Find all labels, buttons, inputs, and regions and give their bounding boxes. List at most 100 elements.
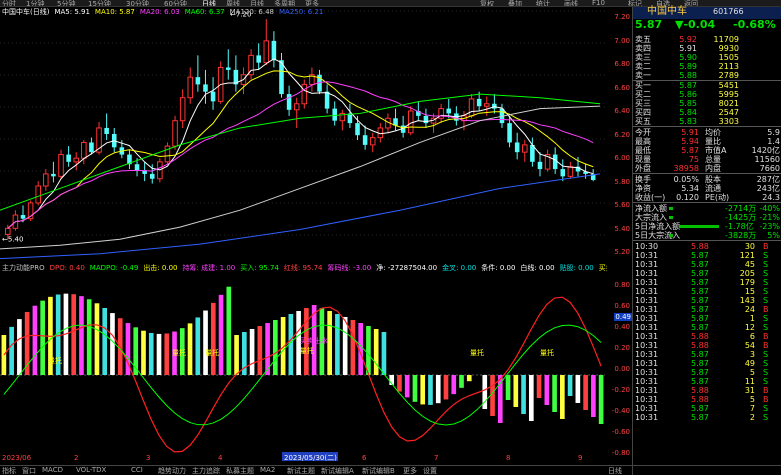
candle[interactable] (263, 19, 270, 66)
candle[interactable] (248, 49, 254, 80)
candle[interactable] (271, 31, 277, 68)
bid-row: 买三 5.85 8021 (633, 99, 781, 108)
bottom-tab-2[interactable]: MACD (42, 466, 63, 474)
bottom-tab-9[interactable]: 新试主题 (287, 466, 315, 475)
candle[interactable] (210, 77, 216, 110)
candle[interactable] (279, 52, 284, 98)
candle[interactable] (142, 161, 147, 182)
tick-time: 10:31 (635, 251, 659, 260)
bottom-tab-3[interactable]: VOL-TDX (76, 466, 106, 474)
toolbar-tool-5[interactable]: 标记 (628, 0, 642, 6)
candle[interactable] (179, 89, 186, 128)
candle[interactable] (164, 142, 171, 165)
candle[interactable] (567, 161, 574, 179)
bottom-tab-13[interactable]: 设置 (423, 466, 437, 475)
candle[interactable] (51, 161, 56, 183)
toolbar-period-3[interactable]: 15分钟 (88, 0, 111, 6)
bottom-tab-8[interactable]: MA2 (260, 466, 275, 474)
candle[interactable] (521, 140, 528, 162)
indicator-bar (273, 320, 278, 375)
tick-volume: 24 (744, 305, 755, 314)
toolbar-tool-3[interactable]: 画线 (564, 0, 578, 6)
candle[interactable] (12, 210, 19, 231)
bottom-tab-0[interactable]: 指标 (2, 466, 16, 475)
candle[interactable] (468, 94, 475, 119)
candle[interactable] (187, 67, 194, 104)
candle[interactable] (560, 159, 566, 182)
indicator-panel[interactable]: 买卖出水量托量托量托量托量托量托2023/06234567892023/05/3… (0, 263, 632, 462)
bottom-tab-6[interactable]: 主力追踪 (192, 466, 220, 475)
toolbar-period-6[interactable]: 日线 (202, 0, 216, 6)
tick-flag: S (763, 269, 769, 278)
candle[interactable] (58, 149, 64, 179)
candle[interactable] (407, 106, 414, 136)
toolbar-tool-2[interactable]: 统计 (536, 0, 550, 6)
candle[interactable] (286, 85, 292, 116)
candle[interactable] (73, 152, 80, 171)
bottom-tab-11[interactable]: 新试编辑B (362, 466, 395, 475)
tick-volume: 143 (739, 296, 755, 305)
candle[interactable] (507, 115, 512, 148)
toolbar-tool-4[interactable]: F10 (592, 0, 605, 6)
bottom-tab-5[interactable]: 趋势动力 (158, 466, 186, 475)
candle[interactable] (203, 69, 208, 104)
bottom-tab-10[interactable]: 新试编辑A (321, 466, 354, 475)
kline-panel[interactable]: ←7.20 ←5.40 中国中车(日线) MA5: 5.91 MA10: 5.87 MA… (0, 7, 632, 261)
candle[interactable] (43, 169, 49, 191)
candle[interactable] (172, 115, 178, 150)
candle[interactable] (454, 106, 459, 126)
toolbar-period-5[interactable]: 60分钟 (164, 0, 187, 6)
toolbar-period-2[interactable]: 5分钟 (57, 0, 75, 6)
toolbar-period-9[interactable]: 多周期 (274, 0, 295, 6)
candle[interactable] (438, 103, 444, 124)
candle[interactable] (492, 94, 497, 114)
toolbar-tool-0[interactable]: 复权 (480, 0, 494, 6)
candle[interactable] (393, 108, 398, 131)
tick-flag: S (763, 359, 769, 368)
candle[interactable] (27, 200, 34, 222)
candle[interactable] (514, 132, 520, 160)
candle[interactable] (66, 146, 71, 167)
bottom-tab-4[interactable]: CCI (131, 466, 143, 474)
candle[interactable] (544, 149, 551, 172)
stat-row-key1: 今开 (635, 128, 651, 137)
bottom-tab-1[interactable]: 窗口 (22, 466, 36, 475)
bottom-tab-7[interactable]: 私募主题 (226, 466, 254, 475)
candle[interactable] (127, 149, 132, 170)
candle[interactable] (104, 113, 109, 141)
x-axis-label: 7 (434, 454, 438, 462)
candle[interactable] (301, 79, 308, 109)
ma-legend-1: MA10: 5.87 (94, 8, 135, 16)
indicator-chart[interactable]: 买卖出水量托量托量托量托量托量托2023/06234567892023/05/3… (0, 263, 632, 462)
toolbar-period-4[interactable]: 30分钟 (126, 0, 149, 6)
candle[interactable] (195, 55, 201, 92)
candle[interactable] (309, 67, 315, 92)
candle[interactable] (225, 49, 231, 80)
toolbar-period-10[interactable]: 更多 (305, 0, 319, 6)
toolbar-period-1[interactable]: 1分钟 (26, 0, 44, 6)
toolbar-period-8[interactable]: 月线 (250, 0, 264, 6)
candle[interactable] (217, 61, 224, 104)
candle[interactable] (423, 108, 429, 128)
candle[interactable] (256, 43, 261, 70)
candle[interactable] (369, 132, 376, 153)
indicator-legend-0: 主力动能PRO (2, 264, 45, 272)
candle[interactable] (89, 137, 94, 155)
toolbar-period-7[interactable]: 周线 (226, 0, 240, 6)
candle[interactable] (332, 101, 337, 126)
toolbar-tool-1[interactable]: 叠加 (508, 0, 522, 6)
toolbar-period-0[interactable]: 分时 (2, 0, 16, 6)
kline-chart[interactable]: ←7.20←5.40 (0, 7, 632, 261)
candle[interactable] (35, 181, 41, 206)
bottom-tab-12[interactable]: 更多 (403, 466, 417, 475)
candle[interactable] (233, 55, 239, 92)
bottom-right-label[interactable]: 日线 (608, 466, 622, 475)
candle[interactable] (339, 109, 346, 131)
candle[interactable] (293, 97, 300, 128)
tick-flag: B (763, 386, 769, 395)
candle[interactable] (111, 127, 117, 153)
candle[interactable] (537, 152, 543, 177)
flow-pct: 5% (767, 231, 780, 240)
candle[interactable] (324, 84, 330, 114)
candle[interactable] (362, 125, 368, 150)
